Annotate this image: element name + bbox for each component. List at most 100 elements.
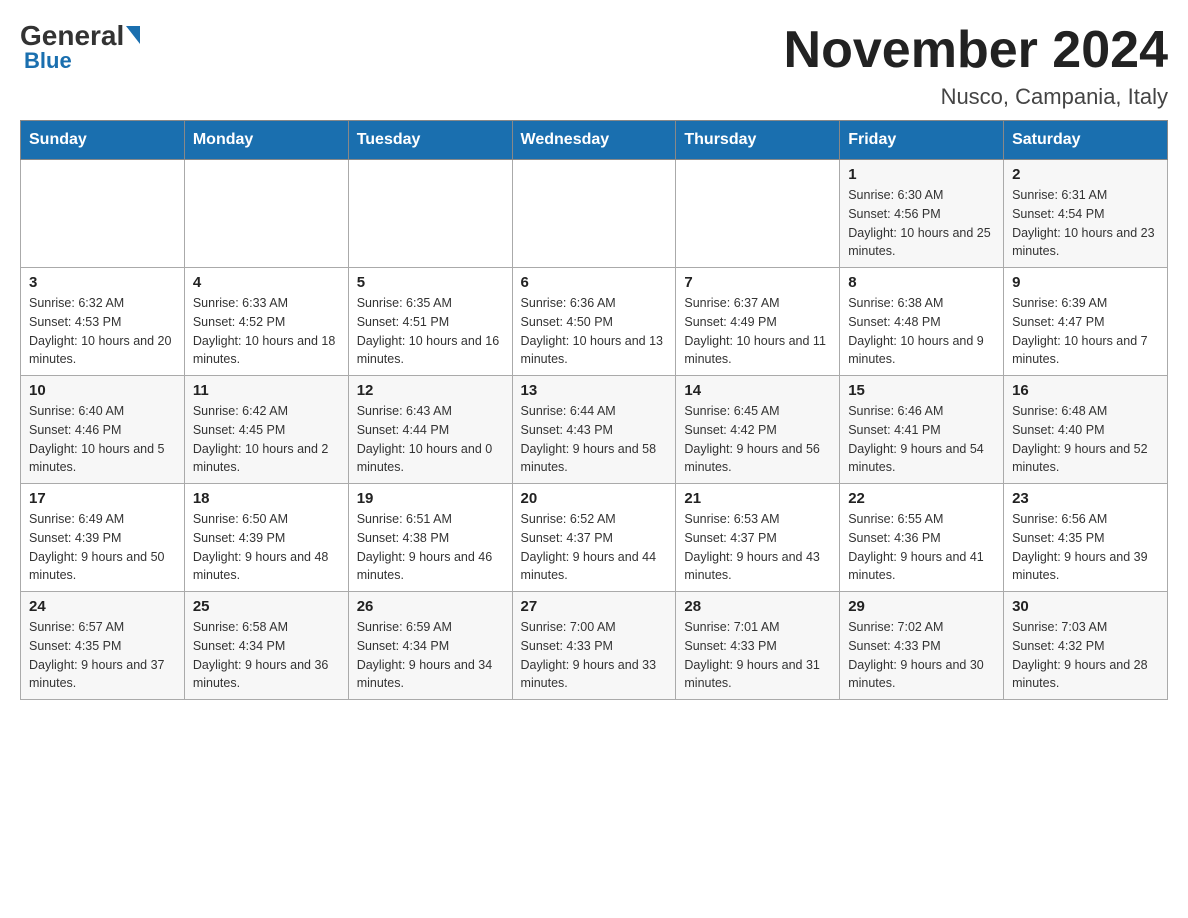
- day-info: Sunrise: 6:43 AMSunset: 4:44 PMDaylight:…: [357, 402, 504, 477]
- day-number: 30: [1012, 598, 1159, 615]
- calendar-week-row: 17 Sunrise: 6:49 AMSunset: 4:39 PMDayligh…: [21, 484, 1168, 592]
- calendar-cell: 19 Sunrise: 6:51 AMSunset: 4:38 PMDayligh…: [348, 484, 512, 592]
- calendar-cell: 26Sunrise: 6:59 AMSunset: 4:34 PMDayligh…: [348, 592, 512, 700]
- title-block: November 2024 Nusco, Campania, Italy: [784, 20, 1168, 110]
- calendar-cell: 20Sunrise: 6:52 AMSunset: 4:37 PMDayligh…: [512, 484, 676, 592]
- day-number: 14: [684, 382, 831, 399]
- logo-triangle-icon: [126, 26, 140, 44]
- day-number: 4: [193, 274, 340, 291]
- weekday-header-wednesday: Wednesday: [512, 121, 676, 160]
- calendar-cell: 8Sunrise: 6:38 AMSunset: 4:48 PMDaylight…: [840, 268, 1004, 376]
- day-number: 28: [684, 598, 831, 615]
- calendar-cell: [348, 160, 512, 268]
- day-number: 6: [521, 274, 668, 291]
- calendar-cell: 12 Sunrise: 6:43 AMSunset: 4:44 PMDayligh…: [348, 376, 512, 484]
- day-number: 1: [848, 166, 995, 183]
- calendar-cell: 15 Sunrise: 6:46 AMSunset: 4:41 PMDayligh…: [840, 376, 1004, 484]
- day-info: Sunrise: 6:48 AMSunset: 4:40 PMDaylight:…: [1012, 402, 1159, 477]
- day-info: Sunrise: 6:51 AMSunset: 4:38 PMDaylight:…: [357, 510, 504, 585]
- calendar-cell: 9Sunrise: 6:39 AMSunset: 4:47 PMDaylight…: [1004, 268, 1168, 376]
- day-number: 5: [357, 274, 504, 291]
- day-number: 17: [29, 490, 176, 507]
- day-number: 23: [1012, 490, 1159, 507]
- calendar-cell: 3 Sunrise: 6:32 AMSunset: 4:53 PMDaylight…: [21, 268, 185, 376]
- weekday-header-monday: Monday: [184, 121, 348, 160]
- calendar-cell: 25Sunrise: 6:58 AMSunset: 4:34 PMDayligh…: [184, 592, 348, 700]
- day-number: 2: [1012, 166, 1159, 183]
- day-number: 15: [848, 382, 995, 399]
- day-info: Sunrise: 6:37 AMSunset: 4:49 PMDaylight:…: [684, 294, 831, 369]
- day-info: Sunrise: 6:46 AMSunset: 4:41 PMDaylight:…: [848, 402, 995, 477]
- calendar-cell: 18 Sunrise: 6:50 AMSunset: 4:39 PMDayligh…: [184, 484, 348, 592]
- calendar-cell: 29Sunrise: 7:02 AMSunset: 4:33 PMDayligh…: [840, 592, 1004, 700]
- calendar-cell: 7 Sunrise: 6:37 AMSunset: 4:49 PMDaylight…: [676, 268, 840, 376]
- calendar-cell: 21 Sunrise: 6:53 AMSunset: 4:37 PMDayligh…: [676, 484, 840, 592]
- logo-blue-text: Blue: [20, 48, 72, 74]
- day-info: Sunrise: 6:30 AMSunset: 4:56 PMDaylight:…: [848, 186, 995, 261]
- calendar-cell: 22 Sunrise: 6:55 AMSunset: 4:36 PMDayligh…: [840, 484, 1004, 592]
- weekday-header-thursday: Thursday: [676, 121, 840, 160]
- calendar-table: SundayMondayTuesdayWednesdayThursdayFrid…: [20, 120, 1168, 700]
- day-info: Sunrise: 7:01 AMSunset: 4:33 PMDaylight:…: [684, 618, 831, 693]
- calendar-cell: 17 Sunrise: 6:49 AMSunset: 4:39 PMDayligh…: [21, 484, 185, 592]
- calendar-cell: [512, 160, 676, 268]
- page-header: General Blue November 2024 Nusco, Campan…: [20, 20, 1168, 110]
- day-info: Sunrise: 6:58 AMSunset: 4:34 PMDaylight:…: [193, 618, 340, 693]
- calendar-cell: [676, 160, 840, 268]
- calendar-cell: 27Sunrise: 7:00 AMSunset: 4:33 PMDayligh…: [512, 592, 676, 700]
- day-number: 29: [848, 598, 995, 615]
- day-info: Sunrise: 6:32 AMSunset: 4:53 PMDaylight:…: [29, 294, 176, 369]
- day-info: Sunrise: 6:45 AMSunset: 4:42 PMDaylight:…: [684, 402, 831, 477]
- day-number: 11: [193, 382, 340, 399]
- day-info: Sunrise: 6:44 AMSunset: 4:43 PMDaylight:…: [521, 402, 668, 477]
- day-info: Sunrise: 6:57 AMSunset: 4:35 PMDaylight:…: [29, 618, 176, 693]
- calendar-cell: 23 Sunrise: 6:56 AMSunset: 4:35 PMDayligh…: [1004, 484, 1168, 592]
- day-info: Sunrise: 6:33 AMSunset: 4:52 PMDaylight:…: [193, 294, 340, 369]
- day-number: 12: [357, 382, 504, 399]
- day-info: Sunrise: 6:56 AMSunset: 4:35 PMDaylight:…: [1012, 510, 1159, 585]
- day-number: 10: [29, 382, 176, 399]
- calendar-week-row: 10Sunrise: 6:40 AMSunset: 4:46 PMDayligh…: [21, 376, 1168, 484]
- day-number: 18: [193, 490, 340, 507]
- calendar-week-row: 24Sunrise: 6:57 AMSunset: 4:35 PMDayligh…: [21, 592, 1168, 700]
- calendar-cell: [21, 160, 185, 268]
- day-info: Sunrise: 6:36 AMSunset: 4:50 PMDaylight:…: [521, 294, 668, 369]
- calendar-cell: 2Sunrise: 6:31 AMSunset: 4:54 PMDaylight…: [1004, 160, 1168, 268]
- calendar-cell: 10Sunrise: 6:40 AMSunset: 4:46 PMDayligh…: [21, 376, 185, 484]
- calendar-cell: 28 Sunrise: 7:01 AMSunset: 4:33 PMDayligh…: [676, 592, 840, 700]
- day-number: 21: [684, 490, 831, 507]
- logo: General Blue: [20, 20, 140, 74]
- calendar-cell: 13 Sunrise: 6:44 AMSunset: 4:43 PMDayligh…: [512, 376, 676, 484]
- day-info: Sunrise: 6:52 AMSunset: 4:37 PMDaylight:…: [521, 510, 668, 585]
- weekday-header-friday: Friday: [840, 121, 1004, 160]
- calendar-subtitle: Nusco, Campania, Italy: [784, 84, 1168, 110]
- day-info: Sunrise: 6:50 AMSunset: 4:39 PMDaylight:…: [193, 510, 340, 585]
- weekday-header-sunday: Sunday: [21, 121, 185, 160]
- calendar-cell: 1 Sunrise: 6:30 AMSunset: 4:56 PMDaylight…: [840, 160, 1004, 268]
- day-number: 7: [684, 274, 831, 291]
- calendar-cell: 6 Sunrise: 6:36 AMSunset: 4:50 PMDaylight…: [512, 268, 676, 376]
- day-info: Sunrise: 6:42 AMSunset: 4:45 PMDaylight:…: [193, 402, 340, 477]
- day-info: Sunrise: 6:35 AMSunset: 4:51 PMDaylight:…: [357, 294, 504, 369]
- calendar-cell: 24Sunrise: 6:57 AMSunset: 4:35 PMDayligh…: [21, 592, 185, 700]
- calendar-cell: 5 Sunrise: 6:35 AMSunset: 4:51 PMDaylight…: [348, 268, 512, 376]
- calendar-cell: 30 Sunrise: 7:03 AMSunset: 4:32 PMDayligh…: [1004, 592, 1168, 700]
- day-number: 26: [357, 598, 504, 615]
- day-info: Sunrise: 6:38 AMSunset: 4:48 PMDaylight:…: [848, 294, 995, 369]
- day-info: Sunrise: 6:49 AMSunset: 4:39 PMDaylight:…: [29, 510, 176, 585]
- day-info: Sunrise: 7:03 AMSunset: 4:32 PMDaylight:…: [1012, 618, 1159, 693]
- calendar-week-row: 1 Sunrise: 6:30 AMSunset: 4:56 PMDaylight…: [21, 160, 1168, 268]
- day-info: Sunrise: 6:55 AMSunset: 4:36 PMDaylight:…: [848, 510, 995, 585]
- weekday-header-tuesday: Tuesday: [348, 121, 512, 160]
- day-info: Sunrise: 6:53 AMSunset: 4:37 PMDaylight:…: [684, 510, 831, 585]
- day-info: Sunrise: 6:39 AMSunset: 4:47 PMDaylight:…: [1012, 294, 1159, 369]
- day-number: 16: [1012, 382, 1159, 399]
- day-number: 13: [521, 382, 668, 399]
- calendar-title: November 2024: [784, 20, 1168, 80]
- calendar-cell: 4 Sunrise: 6:33 AMSunset: 4:52 PMDaylight…: [184, 268, 348, 376]
- weekday-header-saturday: Saturday: [1004, 121, 1168, 160]
- day-number: 3: [29, 274, 176, 291]
- day-number: 19: [357, 490, 504, 507]
- day-number: 22: [848, 490, 995, 507]
- day-info: Sunrise: 7:00 AMSunset: 4:33 PMDaylight:…: [521, 618, 668, 693]
